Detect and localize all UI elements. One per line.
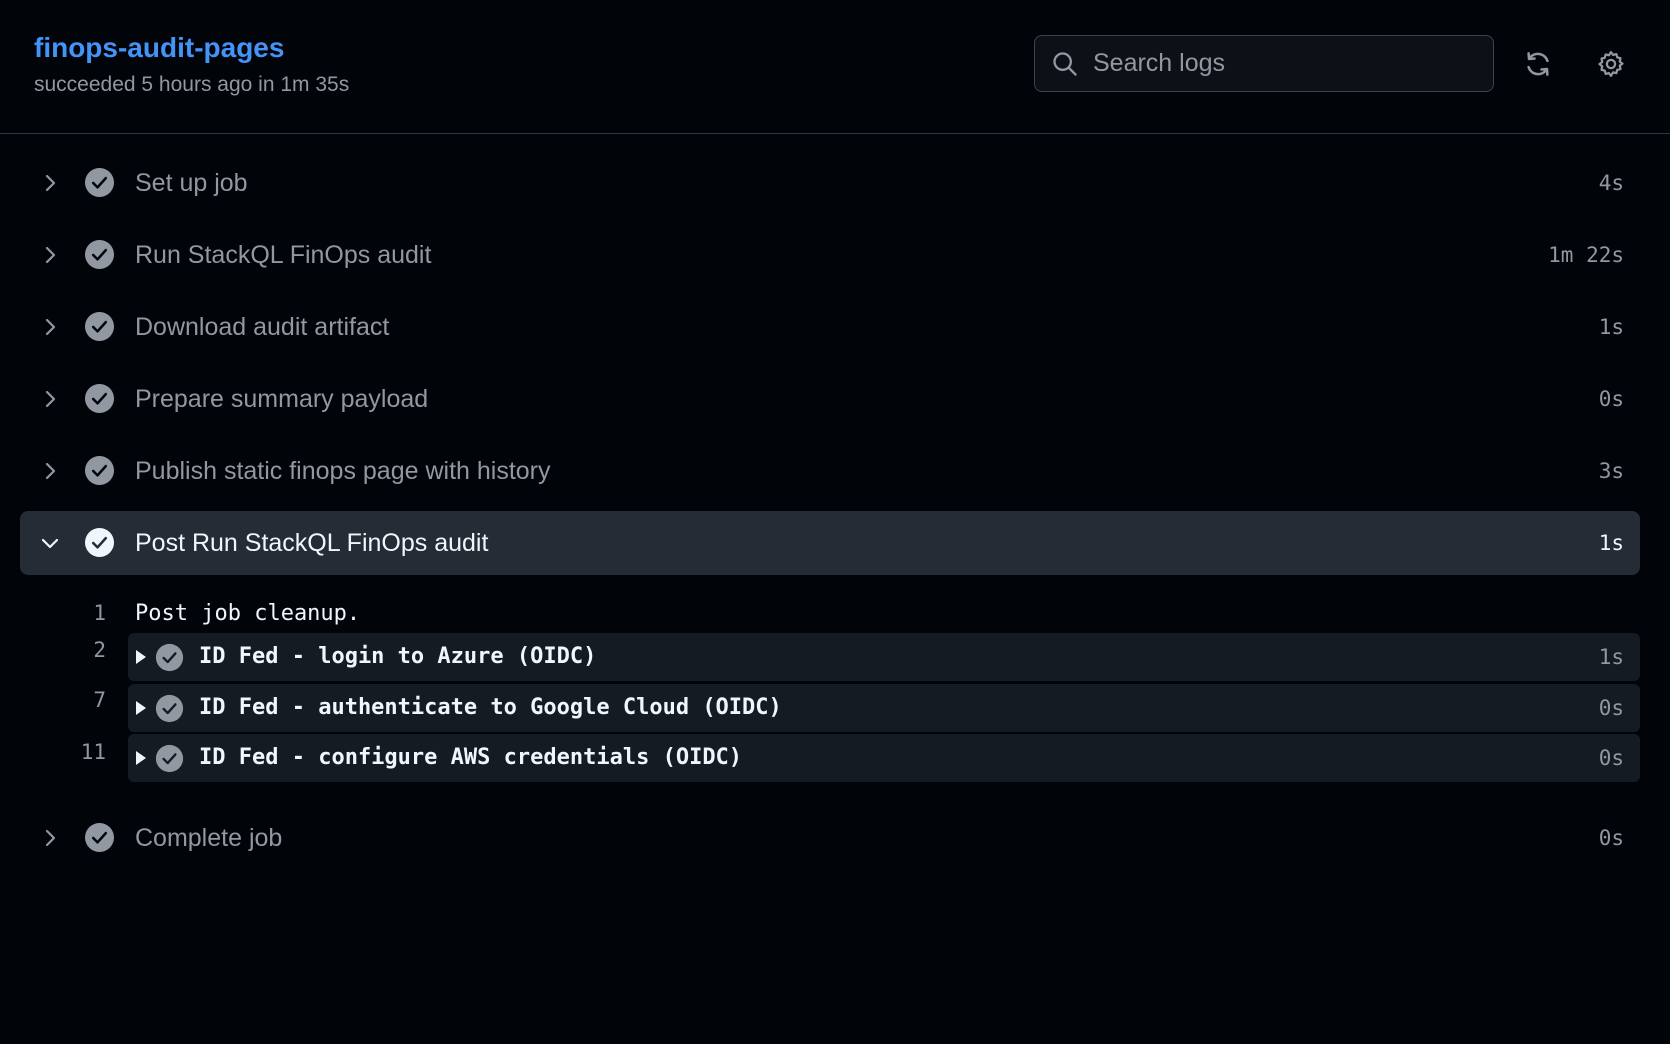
step-duration: 4s [1598, 171, 1624, 195]
refresh-button[interactable] [1518, 44, 1558, 84]
sync-icon [1527, 52, 1549, 76]
log-line-text: Post job cleanup. [135, 601, 361, 626]
check-circle-icon [84, 383, 115, 414]
search-icon [1053, 52, 1077, 76]
job-title-link[interactable]: finops-audit-pages [34, 30, 284, 66]
job-status-text: succeeded 5 hours ago in 1m 35s [34, 73, 350, 96]
search-logs-box[interactable] [1034, 35, 1494, 92]
log-group-label: ID Fed - configure AWS credentials (OIDC… [199, 745, 743, 770]
step-download-audit-artifact[interactable]: Download audit artifact 1s [20, 295, 1640, 359]
step-duration: 3s [1598, 459, 1624, 483]
step-run-stackql-finops-audit[interactable]: Run StackQL FinOps audit 1m 22s [20, 223, 1640, 287]
chevron-right-icon [45, 318, 56, 336]
check-circle-icon [84, 239, 115, 270]
log-line-number: 2 [93, 638, 106, 662]
chevron-right-icon [45, 246, 56, 264]
check-circle-icon [84, 527, 115, 558]
check-circle-icon [84, 822, 115, 853]
check-circle-icon [84, 167, 115, 198]
gear-icon [1598, 51, 1624, 77]
step-label: Download audit artifact [135, 313, 390, 341]
step-duration: 0s [1598, 387, 1624, 411]
chevron-right-icon [45, 174, 56, 192]
step-duration: 1s [1598, 531, 1624, 555]
log-group-duration: 0s [1598, 696, 1624, 720]
settings-button[interactable] [1591, 44, 1631, 84]
step-post-run-stackql-finops-audit[interactable]: Post Run StackQL FinOps audit 1s [20, 511, 1640, 575]
step-set-up-job[interactable]: Set up job 4s [20, 151, 1640, 215]
log-group-label: ID Fed - authenticate to Google Cloud (O… [199, 695, 782, 720]
step-duration: 1s [1598, 315, 1624, 339]
log-group-label: ID Fed - login to Azure (OIDC) [199, 644, 597, 669]
check-circle-icon [84, 455, 115, 486]
job-header: finops-audit-pages succeeded 5 hours ago… [0, 0, 1670, 134]
triangle-right-icon [136, 650, 146, 664]
step-label: Post Run StackQL FinOps audit [135, 529, 489, 557]
check-circle-icon [155, 694, 184, 723]
search-logs-input[interactable] [1093, 36, 1483, 91]
log-line-number: 1 [93, 601, 106, 625]
check-circle-icon [155, 643, 184, 672]
triangle-right-icon [136, 751, 146, 765]
log-group-duration: 0s [1598, 746, 1624, 770]
step-label: Prepare summary payload [135, 385, 429, 413]
step-label: Set up job [135, 169, 248, 197]
log-group-google-cloud-auth[interactable]: ID Fed - authenticate to Google Cloud (O… [128, 684, 1640, 732]
chevron-right-icon [45, 829, 56, 847]
step-duration: 1m 22s [1548, 243, 1624, 267]
chevron-down-icon [41, 538, 59, 549]
chevron-right-icon [45, 390, 56, 408]
step-complete-job[interactable]: Complete job 0s [20, 806, 1640, 870]
log-line-number: 11 [80, 740, 106, 764]
check-circle-icon [84, 311, 115, 342]
step-label: Run StackQL FinOps audit [135, 241, 432, 269]
step-label: Complete job [135, 824, 283, 852]
log-group-azure-login[interactable]: ID Fed - login to Azure (OIDC) 1s [128, 633, 1640, 681]
log-group-aws-credentials[interactable]: ID Fed - configure AWS credentials (OIDC… [128, 734, 1640, 782]
step-publish-static-finops-page[interactable]: Publish static finops page with history … [20, 439, 1640, 503]
log-group-duration: 1s [1598, 645, 1624, 669]
step-duration: 0s [1598, 826, 1624, 850]
log-line-number: 7 [93, 688, 106, 712]
check-circle-icon [155, 744, 184, 773]
step-label: Publish static finops page with history [135, 457, 551, 485]
step-prepare-summary-payload[interactable]: Prepare summary payload 0s [20, 367, 1640, 431]
chevron-right-icon [45, 462, 56, 480]
triangle-right-icon [136, 701, 146, 715]
